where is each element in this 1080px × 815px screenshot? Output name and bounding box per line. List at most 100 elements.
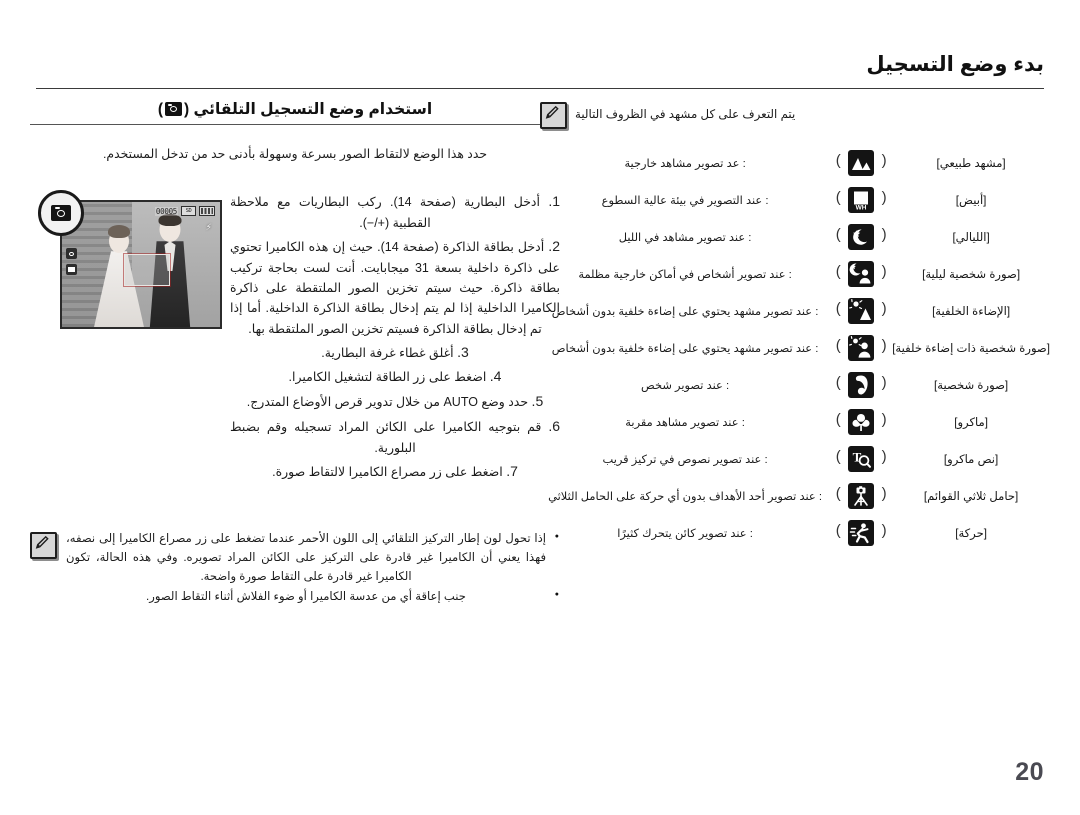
paren-open: ( [881,336,887,354]
step-text: قم بتوجيه الكاميرا على الكائن المراد تسج… [230,419,542,455]
camera-mode-badge-icon [38,190,84,237]
page-header: بدء وضع التسجيل [36,52,1044,94]
section-rule [30,124,560,125]
osd-top-right: SD 00005 [154,206,215,217]
action-icon [848,519,875,546]
table-row: [ماكرو] ( ) : عند تصوير مشاهد مقربة [540,403,1050,440]
white-icon: WH [848,186,875,213]
backlight-icon [848,297,875,324]
paren-close: ) [835,410,841,428]
paren-close: ) [835,151,841,169]
camera-icon [165,102,183,116]
note-pencil-icon [540,102,567,129]
table-row: [الإضاءة الخلفية] ( ) : عند تصوير مشهد ي… [540,292,1050,329]
scene-description: : عند تصوير نصوص في تركيز قريب [602,453,768,466]
pencil-glyph-icon [545,105,559,119]
flash-icon: ⚡ [205,222,212,233]
table-row: [نص ماكرو] ( T ) : عند تصوير نصوص في ترك… [540,440,1050,477]
section-title-after: ) [157,101,164,118]
paren-open: ( [881,225,887,243]
lcd-preview-figure: SD 00005 ⚡ [38,190,223,333]
header-rule [36,88,1044,89]
note-list: إذا تحول لون إطار التركيز التلقائي إلى ا… [66,530,560,607]
steps-list: 1. أدخل البطارية (صفحة 14). ركب البطاريا… [230,190,560,482]
table-row: [صورة شخصية ليلية] ( ) : عند تصوير أشخاص… [540,255,1050,292]
step-item: 4. اضغط على زر الطاقة لتشغيل الكاميرا. [230,365,560,388]
tripod-icon [848,482,875,509]
table-row: [مشهد طبيعي] ( ) : عد تصوير مشاهد خارجية [540,144,1050,181]
scene-icon-cell: ( ) [830,514,892,551]
scene-icon-cell: ( ) [830,403,892,440]
paren-close: ) [835,225,841,243]
paren-close: ) [835,336,841,354]
section-title: استخدام وضع التسجيل التلقائي () [158,100,432,119]
paren-open: ( [881,410,887,428]
scene-label: [حامل ثلاثي القوائم] [923,489,1019,503]
scene-label: [صورة شخصية ذات إضاءة خلفية] [892,341,1050,355]
paren-close: ) [835,447,841,465]
scene-icon-cell: ( T ) [830,440,892,477]
scene-description: : عند تصوير أشخاص في أماكن خارجية مظلمة [578,268,792,281]
step-number: 3. [457,343,469,360]
table-row: [صورة شخصية] ( ) : عند تصوير شخص [540,366,1050,403]
paren-close: ) [835,521,841,539]
paren-close: ) [835,484,841,502]
scene-icon-cell: ( ) [830,255,892,292]
svg-text:WH: WH [856,204,867,211]
step-text: اضغط على زر مصراع الكاميرا لالتقاط صورة. [272,464,503,479]
paren-open: ( [881,521,887,539]
paren-open: ( [881,484,887,502]
step-number: 7. [506,462,518,479]
table-row: [حامل ثلاثي القوائم] ( ) : عند تصوير أحد… [540,477,1050,514]
paren-open: ( [881,373,887,391]
step-text: أدخل بطاقة الذاكرة (صفحة 14). حيث إن هذه… [230,240,560,336]
scene-modes-table: [مشهد طبيعي] ( ) : عد تصوير مشاهد خارجية… [540,144,1050,551]
table-row: [حركة] ( ) : عند تصوير كائن يتحرك كثيرًا [540,514,1050,551]
bride-hair [108,225,130,239]
macro-icon [848,408,875,435]
section-title-before: استخدام وضع التسجيل التلقائي ( [184,101,433,118]
landscape-icon [848,149,875,176]
scene-icon-cell: ( ) [830,477,892,514]
scene-label: [نص ماكرو] [943,452,999,466]
paren-close: ) [835,188,841,206]
scene-recognition-note: يتم التعرف على كل مشهد في الظروف التالية [540,100,1050,129]
battery-icon [199,206,215,217]
step-text: أغلق غطاء غرفة البطارية. [321,345,454,360]
paren-open: ( [881,447,887,465]
scene-description: : عند التصوير في بيئة عالية السطوع [601,194,769,207]
paren-close: ) [835,373,841,391]
paren-close: ) [835,262,841,280]
paren-open: ( [881,262,887,280]
camera-glyph-icon [51,205,71,222]
note-item: إذا تحول لون إطار التركيز التلقائي إلى ا… [66,530,559,586]
page-body: استخدام وضع التسجيل التلقائي () حدد هذا … [30,100,1050,745]
section-heading: استخدام وضع التسجيل التلقائي () [30,100,560,131]
scene-icon-cell: ( ) [830,329,892,366]
scene-description: : عند تصوير مشهد يحتوي على إضاءة خلفية ب… [551,342,819,355]
paren-close: ) [835,299,841,317]
table-row: [أبيض] ( WH ) : عند التصوير في بيئة عالي… [540,181,1050,218]
scene-description: : عند تصوير أحد الأهداف بدون أي حركة على… [548,490,823,503]
note-row: إذا تحول لون إطار التركيز التلقائي إلى ا… [30,530,560,609]
step-item: 1. أدخل البطارية (صفحة 14). ركب البطاريا… [230,190,560,233]
scene-label: [أبيض] [955,193,987,207]
scene-note-text: يتم التعرف على كل مشهد في الظروف التالية [575,107,796,121]
scene-icon-cell: ( ) [830,144,892,181]
scene-description: : عند تصوير كائن يتحرك كثيرًا [617,527,753,540]
paren-open: ( [881,151,887,169]
scene-icon-cell: ( ) [830,292,892,329]
scene-description: : عند تصوير مشاهد مقربة [625,416,745,429]
note-item: جنب إعاقة أي من عدسة الكاميرا أو ضوء الف… [66,588,559,607]
left-column: استخدام وضع التسجيل التلقائي () حدد هذا … [30,100,560,603]
scene-label: [صورة شخصية] [934,378,1009,392]
step-number: 4. [489,368,502,385]
right-column: يتم التعرف على كل مشهد في الظروف التالية… [540,100,1050,551]
page-number: 20 [1015,758,1044,786]
table-row: [صورة شخصية ذات إضاءة خلفية] ( ) : عند ت… [540,329,1050,366]
note-pencil-icon [30,532,57,559]
camera-icon [66,248,77,260]
text-macro-icon: T [848,445,875,472]
scene-icon-cell: ( WH ) [830,181,892,218]
table-row: [الليالي] ( ) : عند تصوير مشاهد في الليل [540,218,1050,255]
